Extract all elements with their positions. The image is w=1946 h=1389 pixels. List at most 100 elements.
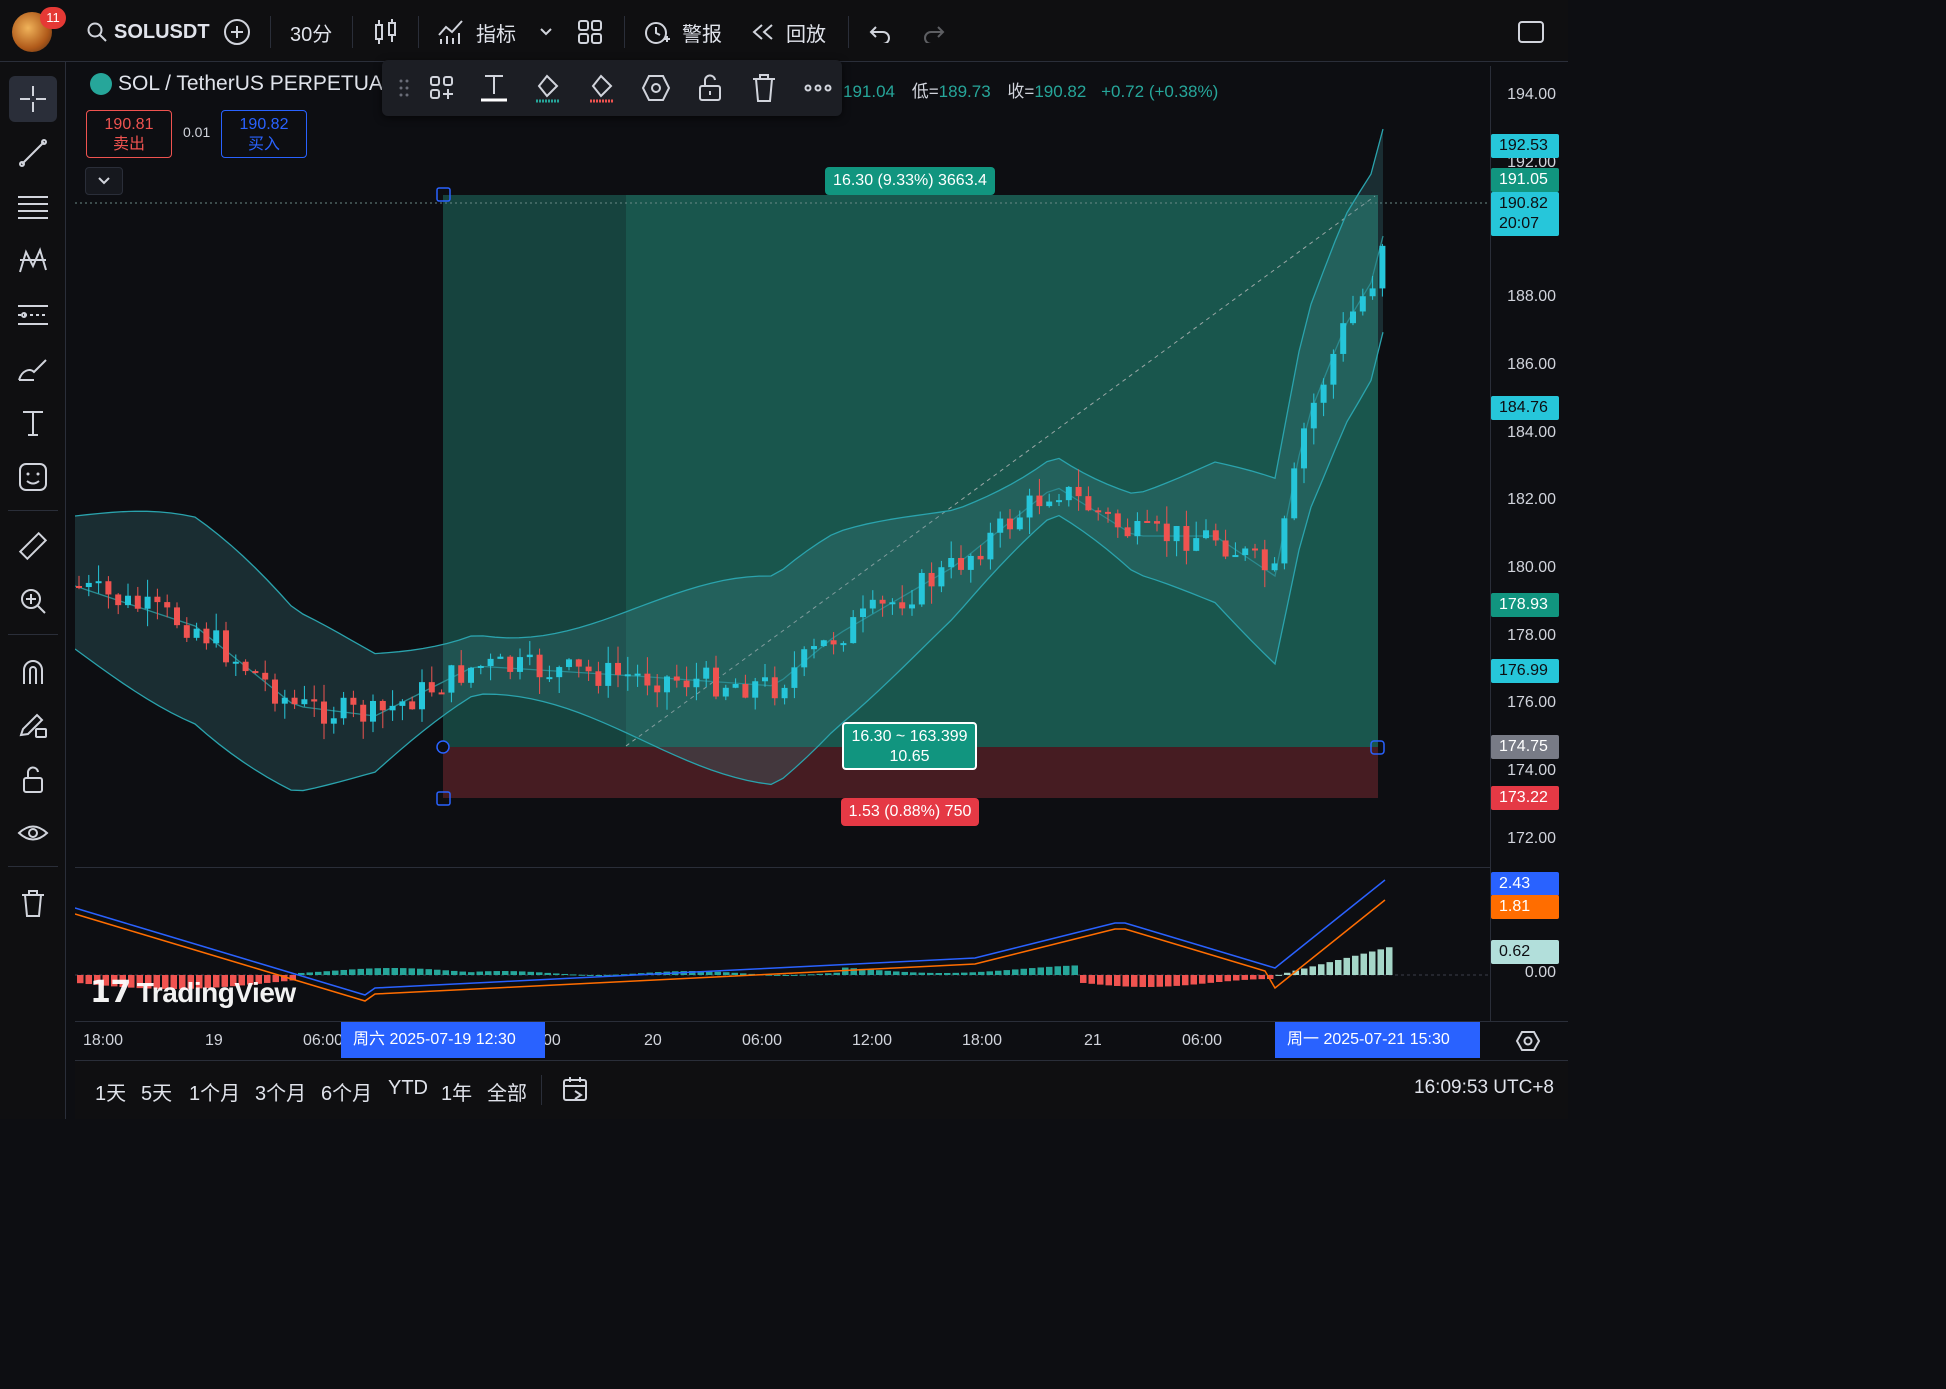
candle-body <box>174 607 180 626</box>
time-tag-end: 周一 2025-07-21 15:30 <box>1275 1022 1480 1058</box>
candle-body <box>615 662 621 675</box>
range-3m[interactable]: 3个月 <box>255 1077 306 1106</box>
settings-icon[interactable] <box>640 72 672 104</box>
price-chart[interactable] <box>75 66 1490 866</box>
candle-body <box>840 643 847 646</box>
macd-histogram-bar <box>493 971 500 975</box>
redo-button[interactable] <box>920 14 946 50</box>
macd-tag-line: 2.43 <box>1491 872 1559 896</box>
range-1m[interactable]: 1个月 <box>189 1077 240 1106</box>
macd-histogram-bar <box>1012 969 1019 975</box>
symbol-search-button[interactable]: SOLUSDT <box>86 14 210 50</box>
legend-collapse-button[interactable] <box>85 167 123 195</box>
macd-histogram-bar <box>323 971 330 975</box>
range-6m[interactable]: 6个月 <box>321 1077 372 1106</box>
range-1d[interactable]: 1天 <box>95 1077 126 1106</box>
price-axis[interactable]: 194.00 192.00 188.00 186.00 184.00 182.0… <box>1490 66 1568 1021</box>
more-options-icon[interactable] <box>802 72 834 104</box>
candle-body <box>340 697 347 719</box>
lock-all-tool[interactable] <box>9 756 57 802</box>
replay-button[interactable]: 回放 <box>750 14 826 50</box>
candle-body <box>1212 530 1219 541</box>
brush-tool[interactable] <box>9 346 57 392</box>
macd-histogram-bar <box>825 973 832 975</box>
interval-button[interactable]: 30分 <box>290 14 332 50</box>
time-tick: 19 <box>205 1032 223 1049</box>
center-line2: 10.65 <box>889 748 930 765</box>
macd-histogram-bar <box>442 970 449 975</box>
buy-button[interactable]: 190.82 买入 <box>221 110 307 158</box>
alerts-button[interactable]: 警报 <box>642 14 722 50</box>
lock-drawing-tool[interactable] <box>9 702 57 748</box>
lock-drawing-icon[interactable] <box>694 72 726 104</box>
ohlc-values: 191.04 低=189.73 收=190.82 +0.72 (+0.38%) <box>843 77 1218 102</box>
candle-body <box>409 701 416 710</box>
candle-body <box>95 581 102 584</box>
macd-histogram-bar <box>306 972 313 975</box>
fib-tool[interactable] <box>9 184 57 230</box>
range-5d[interactable]: 5天 <box>141 1077 172 1106</box>
macd-histogram-bar <box>918 972 925 975</box>
candle-body <box>330 718 337 724</box>
macd-histogram-bar <box>833 972 840 975</box>
layout-button[interactable] <box>576 14 604 50</box>
handle-entry-left[interactable] <box>436 740 450 754</box>
chart-type-button[interactable] <box>372 14 400 50</box>
text-style-icon[interactable] <box>478 72 510 104</box>
macd-histogram-bar <box>536 972 543 975</box>
magnet-tool[interactable] <box>9 648 57 694</box>
candle-body <box>517 657 523 672</box>
axis-settings-button[interactable] <box>1515 1030 1541 1057</box>
window-icon <box>1518 21 1544 43</box>
trash-icon[interactable] <box>748 72 780 104</box>
macd-histogram-bar <box>1020 968 1027 975</box>
compare-add-button[interactable] <box>222 14 252 50</box>
macd-histogram-bar <box>519 971 526 975</box>
macd-histogram-bar <box>408 968 415 975</box>
candle-body <box>1320 384 1327 403</box>
candle-body <box>193 628 200 638</box>
range-ytd[interactable]: YTD <box>388 1077 428 1100</box>
zoom-tool[interactable] <box>9 578 57 624</box>
indicators-dropdown[interactable] <box>538 14 554 50</box>
forecast-tool[interactable] <box>9 292 57 338</box>
emoji-tool[interactable] <box>9 454 57 500</box>
fill-color-green-icon[interactable] <box>532 72 564 104</box>
legend-title[interactable]: SOL / TetherUS PERPETUA <box>118 72 383 96</box>
fullscreen-button[interactable] <box>1516 14 1546 50</box>
indicators-button[interactable]: 指标 <box>436 14 516 50</box>
fill-color-red-icon[interactable] <box>586 72 618 104</box>
candle-body <box>1026 495 1033 518</box>
hide-drawings-tool[interactable] <box>9 810 57 856</box>
add-template-icon[interactable] <box>426 72 458 104</box>
time-axis[interactable]: 18:00 19 06:00 00 20 06:00 12:00 18:00 2… <box>75 1021 1568 1059</box>
trendline-tool[interactable] <box>9 130 57 176</box>
delete-drawings-tool[interactable] <box>9 880 57 926</box>
text-tool[interactable] <box>9 400 57 446</box>
candle-body <box>1281 518 1288 564</box>
drag-handle-icon[interactable] <box>388 72 420 104</box>
measure-tool[interactable] <box>9 524 57 570</box>
candle-body <box>1252 548 1258 551</box>
goto-date-button[interactable] <box>561 1075 591 1110</box>
candle-body <box>1193 538 1200 551</box>
range-all[interactable]: 全部 <box>487 1077 527 1106</box>
macd-tag-histogram: 0.62 <box>1491 940 1559 964</box>
price-tick: 172.00 <box>1507 830 1556 847</box>
range-1y[interactable]: 1年 <box>441 1077 472 1106</box>
candle-body <box>605 662 612 686</box>
crosshair-tool[interactable] <box>9 76 57 122</box>
chevron-down-icon <box>98 177 110 185</box>
candle-body <box>213 630 220 644</box>
undo-button[interactable] <box>868 14 894 50</box>
candle-body <box>301 699 308 705</box>
sell-button[interactable]: 190.81 卖出 <box>86 110 172 158</box>
pattern-tool[interactable] <box>9 238 57 284</box>
macd-histogram-bar <box>570 974 577 976</box>
clock-timezone[interactable]: 16:09:53 UTC+8 <box>1414 1077 1554 1099</box>
position-center-label[interactable]: 16.30 ~ 163.399 10.65 <box>842 722 977 770</box>
candle-body <box>115 594 122 606</box>
candle-body <box>918 572 925 605</box>
candle-body <box>1359 296 1366 312</box>
macd-histogram-bar <box>1071 965 1078 975</box>
